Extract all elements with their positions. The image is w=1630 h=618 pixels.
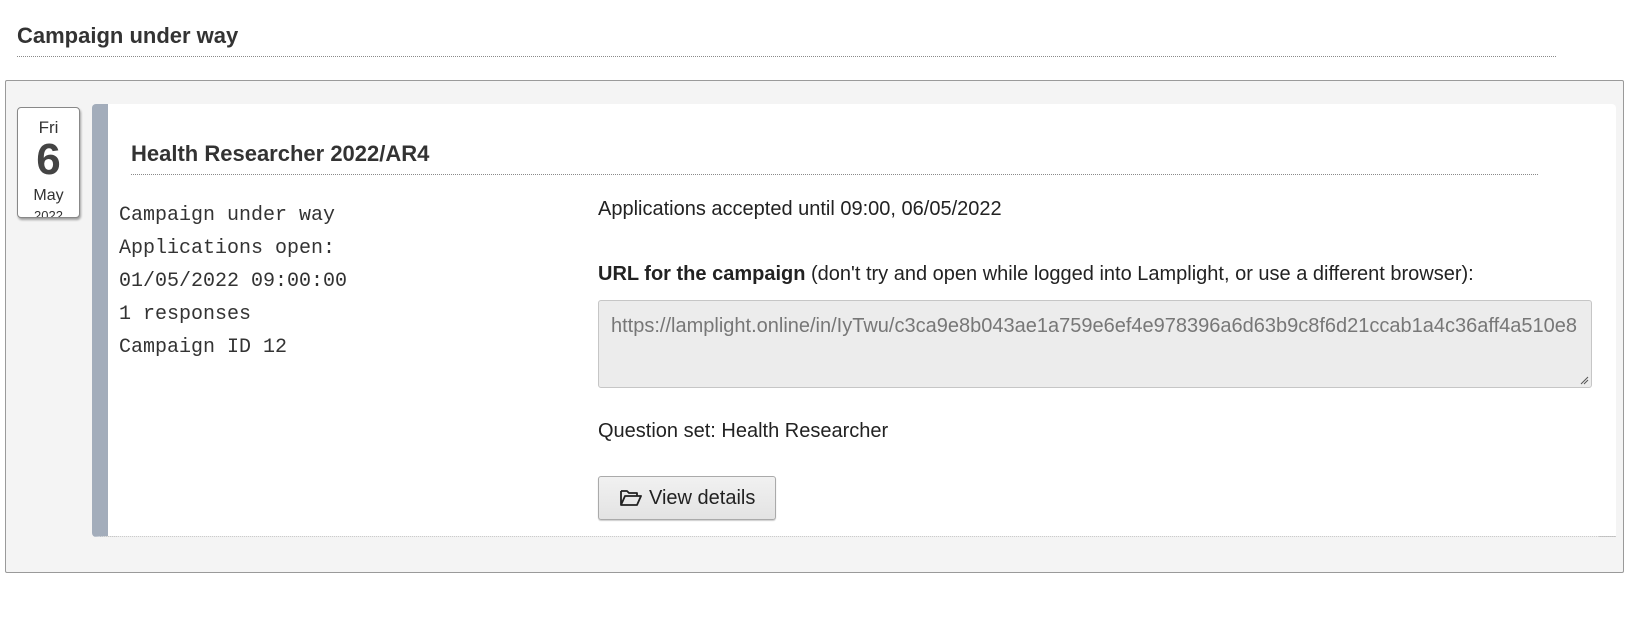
accepted-until: Applications accepted until 09:00, 06/05…	[598, 198, 1002, 220]
campaign-info: Campaign under way Applications open: 01…	[119, 199, 347, 364]
info-open-label: Applications open:	[119, 237, 336, 260]
folder-open-icon	[620, 490, 642, 506]
date-day: 6	[36, 135, 61, 184]
view-details-label: View details	[649, 486, 756, 509]
url-label-note: (don't try and open while logged into La…	[805, 263, 1474, 285]
date-year: 2022	[34, 208, 63, 218]
url-label-bold: URL for the campaign	[598, 263, 806, 285]
section-title: Campaign under way	[17, 22, 1556, 57]
info-responses: 1 responses	[119, 303, 252, 326]
info-campaign-id: Campaign ID 12	[119, 336, 288, 359]
campaign-card: Health Researcher 2022/AR4 Campaign unde…	[92, 104, 1616, 537]
resize-grip-icon[interactable]	[1579, 375, 1589, 385]
campaign-url-field[interactable]: https://lamplight.online/in/IyTwu/c3ca9e…	[598, 300, 1592, 388]
campaign-panel: Fri 6 May 2022 Health Researcher 2022/AR…	[5, 80, 1624, 573]
info-status: Campaign under way	[119, 204, 336, 227]
url-label: URL for the campaign (don't try and open…	[598, 261, 1474, 287]
date-badge: Fri 6 May 2022	[17, 107, 80, 218]
campaign-title: Health Researcher 2022/AR4	[131, 140, 1538, 175]
view-details-button[interactable]: View details	[598, 476, 777, 520]
date-month: May	[33, 187, 64, 204]
question-set: Question set: Health Researcher	[598, 420, 889, 442]
info-open-date: 01/05/2022 09:00:00	[119, 270, 348, 293]
campaign-url-value: https://lamplight.online/in/IyTwu/c3ca9e…	[611, 315, 1577, 337]
